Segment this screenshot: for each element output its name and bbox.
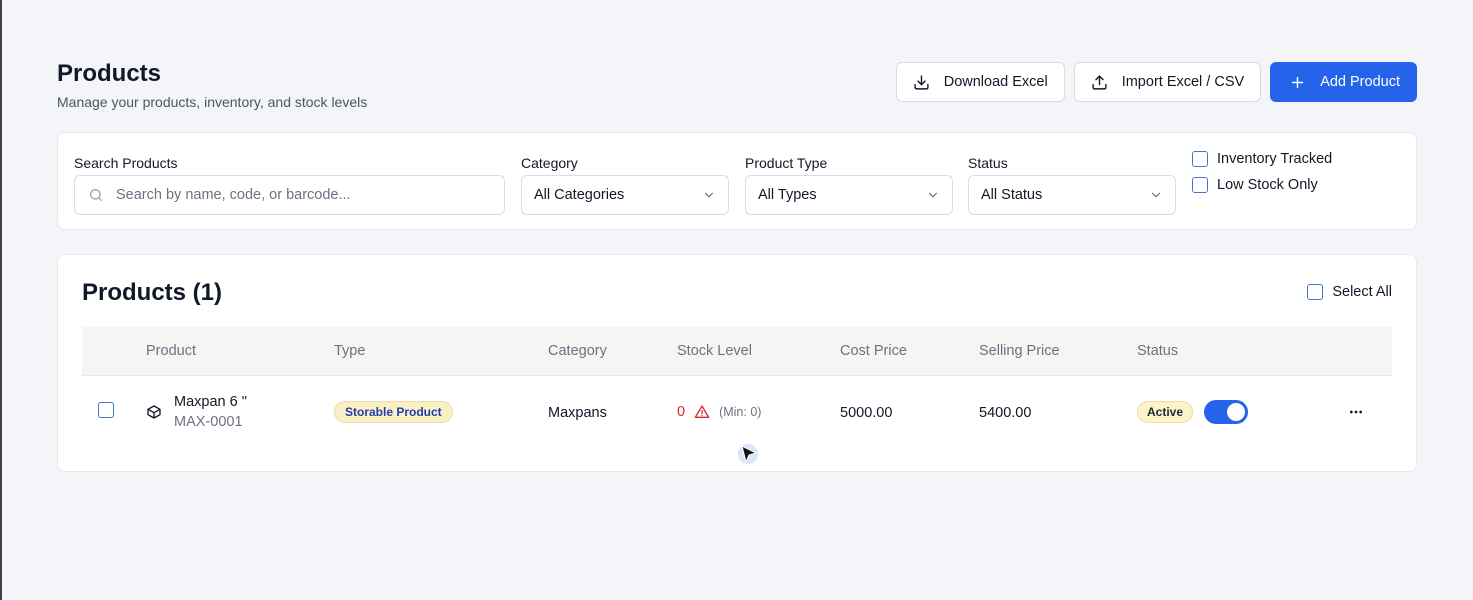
import-excel-button[interactable]: Import Excel / CSV xyxy=(1073,62,1262,102)
status-label: Status xyxy=(968,155,1008,171)
import-excel-label: Import Excel / CSV xyxy=(1121,74,1245,90)
category-label: Category xyxy=(521,155,578,171)
cursor-icon xyxy=(738,444,758,464)
checkbox-box[interactable] xyxy=(1192,177,1208,193)
products-table: Product Type Category Stock Level Cost P… xyxy=(82,327,1392,448)
category-filter: Category All Categories xyxy=(521,155,729,215)
stock-level: 0 (Min: 0) xyxy=(677,404,761,420)
more-horizontal-icon[interactable] xyxy=(1348,404,1364,420)
search-placeholder: Search by name, code, or barcode... xyxy=(116,187,351,203)
inventory-tracked-label: Inventory Tracked xyxy=(1217,151,1333,167)
status-toggle[interactable] xyxy=(1204,400,1248,424)
products-title: Products (1) xyxy=(82,279,223,306)
checkbox-box[interactable] xyxy=(1192,151,1208,167)
column-header-product: Product xyxy=(146,343,196,359)
select-all-label: Select All xyxy=(1332,284,1392,300)
toggle-knob xyxy=(1227,403,1245,421)
filter-card: Search Products Search by name, code, or… xyxy=(57,132,1417,230)
plus-icon xyxy=(1292,76,1304,88)
product-name: Maxpan 6 " xyxy=(174,394,247,410)
column-header-status: Status xyxy=(1137,343,1179,359)
category-value: All Categories xyxy=(534,187,625,203)
download-icon xyxy=(914,74,929,90)
checkbox-filters: Inventory Tracked Low Stock Only xyxy=(1192,151,1332,193)
table-header: Product Type Category Stock Level Cost P… xyxy=(82,327,1392,376)
chevron-down-icon xyxy=(704,192,714,198)
column-header-stock-level: Stock Level xyxy=(677,343,752,359)
upload-icon xyxy=(1092,74,1107,90)
select-all-checkbox[interactable]: Select All xyxy=(1307,284,1392,300)
status-filter: Status All Status xyxy=(968,155,1176,215)
add-product-button[interactable]: Add Product xyxy=(1270,62,1417,102)
download-excel-button[interactable]: Download Excel xyxy=(895,62,1065,102)
column-header-selling-price: Selling Price xyxy=(979,343,1060,359)
status-select[interactable]: All Status xyxy=(968,175,1176,215)
row-checkbox[interactable] xyxy=(98,402,114,418)
page-header: Products Manage your products, inventory… xyxy=(57,60,1417,110)
product-code: MAX-0001 xyxy=(174,414,243,430)
low-stock-label: Low Stock Only xyxy=(1217,177,1318,193)
product-type-badge: Storable Product xyxy=(334,401,453,423)
status-value: All Status xyxy=(981,187,1043,203)
search-input[interactable]: Search by name, code, or barcode... xyxy=(74,175,505,215)
cost-price: 5000.00 xyxy=(840,405,893,421)
header-actions: Download Excel Import Excel / CSV Add Pr… xyxy=(895,62,1417,102)
stock-value: 0 xyxy=(677,404,686,420)
warning-icon xyxy=(694,405,710,418)
column-header-cost-price: Cost Price xyxy=(840,343,907,359)
checkbox-box[interactable] xyxy=(1307,284,1324,300)
stock-min: (Min: 0) xyxy=(719,405,762,419)
box-icon xyxy=(147,405,161,419)
inventory-tracked-checkbox[interactable]: Inventory Tracked xyxy=(1192,151,1332,167)
low-stock-checkbox[interactable]: Low Stock Only xyxy=(1192,177,1332,193)
type-value: All Types xyxy=(758,187,817,203)
product-info: Maxpan 6 " MAX-0001 xyxy=(174,394,247,430)
products-card: Products (1) Select All Product Type Cat… xyxy=(57,254,1417,472)
product-category: Maxpans xyxy=(548,405,607,421)
column-header-category: Category xyxy=(548,343,607,359)
chevron-down-icon xyxy=(928,192,938,198)
type-label: Product Type xyxy=(745,155,828,171)
add-product-label: Add Product xyxy=(1320,74,1400,90)
column-header-type: Type xyxy=(334,343,366,359)
search-label: Search Products xyxy=(74,155,178,171)
type-filter: Product Type All Types xyxy=(745,155,953,215)
window-left-edge xyxy=(0,0,2,600)
type-select[interactable]: All Types xyxy=(745,175,953,215)
download-excel-label: Download Excel xyxy=(943,74,1048,90)
chevron-down-icon xyxy=(1151,192,1161,198)
search-filter: Search Products Search by name, code, or… xyxy=(74,155,505,215)
table-row[interactable]: Maxpan 6 " MAX-0001 Storable Product Max… xyxy=(82,376,1392,448)
selling-price: 5400.00 xyxy=(979,405,1032,421)
category-select[interactable]: All Categories xyxy=(521,175,729,215)
status-badge: Active xyxy=(1137,401,1194,423)
search-icon xyxy=(90,189,102,201)
